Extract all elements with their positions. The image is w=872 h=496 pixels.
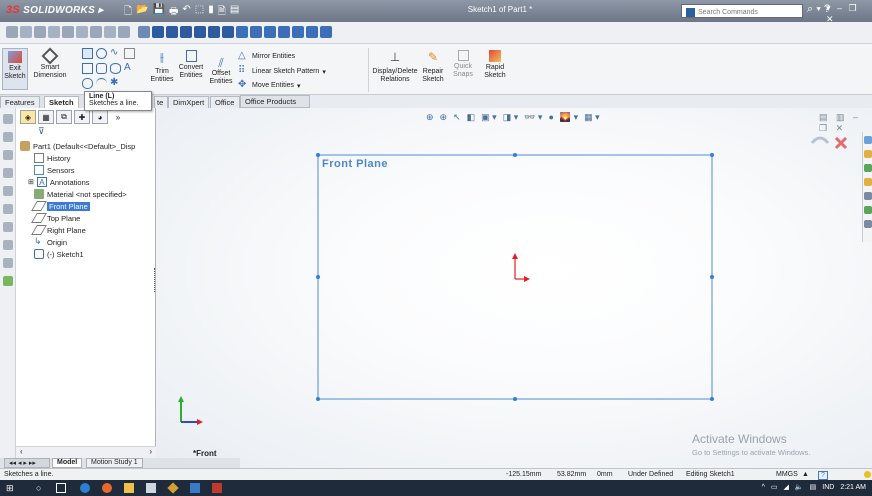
edge-browser-icon[interactable] (80, 483, 90, 493)
units-caret-icon[interactable]: ▲ (802, 471, 809, 478)
activate-windows-watermark: Activate Windows Go to Settings to activ… (692, 432, 810, 457)
tooltip-body: Sketches a line. (89, 100, 139, 107)
status-bar: Sketches a line. -125.15mm 53.82mm 0mm U… (0, 468, 872, 480)
zoom-to-fit-icon[interactable]: ⊕ (426, 112, 434, 124)
watermark-line1: Activate Windows (692, 432, 787, 446)
help-icon[interactable]: ? (818, 471, 828, 480)
task-view-icon[interactable] (56, 483, 66, 493)
cancel-sketch-icon (834, 136, 848, 150)
graphics-overlay (178, 136, 848, 425)
search-taskbar-icon[interactable]: ○ (36, 483, 46, 493)
network-icon[interactable]: ◢ (784, 483, 789, 491)
hide-show-items-icon[interactable]: 👓 ▾ (524, 112, 542, 124)
units-selector[interactable]: MMGS (776, 471, 798, 478)
firefox-icon[interactable] (102, 483, 112, 493)
status-x-coordinate: -125.15mm (506, 471, 542, 478)
app-icon[interactable] (190, 483, 200, 493)
plane-handle[interactable] (316, 153, 320, 157)
view-orientation-label: *Front (193, 449, 217, 458)
exit-sketch-corner-icon (810, 136, 830, 144)
tab-scroll-icon: ◂◂ ◂ ▸ ▸▸ (9, 460, 36, 467)
volume-icon[interactable]: 🔈 (795, 483, 804, 491)
task-pane-icon[interactable] (864, 192, 872, 200)
status-z-coordinate: 0mm (597, 471, 613, 478)
store-icon[interactable] (146, 483, 156, 493)
clock[interactable]: 2:21 AM (840, 484, 866, 491)
line-tooltip: Line (L) Sketches a line. (84, 91, 152, 111)
tab-model[interactable]: Model (52, 458, 83, 468)
heads-up-view-toolbar: ⊕ ⊕ ↖ ◧ ▣ ▾ ◨ ▾ 👓 ▾ ● 🌄 ▾ ▦ ▾ (426, 112, 600, 124)
zoom-to-area-icon[interactable]: ⊕ (440, 112, 448, 124)
plane-handle[interactable] (710, 153, 714, 157)
view-settings-icon[interactable]: ▦ ▾ (584, 112, 600, 124)
action-center-icon[interactable]: ▤ (810, 483, 817, 491)
watermark-line2: Go to Settings to activate Windows. (692, 448, 811, 457)
plane-handle[interactable] (710, 275, 714, 279)
task-pane-icon[interactable] (864, 150, 872, 158)
plane-handle[interactable] (316, 397, 320, 401)
task-pane-strip (862, 132, 872, 242)
status-sketch-state: Under Defined (628, 471, 674, 478)
apply-scene-icon[interactable]: 🌄 ▾ (560, 112, 578, 124)
sketch-origin-icon[interactable] (512, 253, 530, 282)
system-tray: ^ ▭ ◢ 🔈 ▤ IND 2:21 AM (762, 483, 866, 492)
task-pane-icon[interactable] (864, 220, 872, 228)
task-pane-icon[interactable] (864, 178, 872, 186)
tooltip-title: Line (L) (89, 93, 115, 100)
file-explorer-icon[interactable] (124, 483, 134, 493)
view-orientation-icon[interactable]: ▣ ▾ (481, 112, 497, 124)
task-pane-icon[interactable] (864, 206, 872, 214)
windows-start-icon[interactable]: ⊞ (6, 483, 16, 493)
edit-appearance-icon[interactable]: ● (548, 112, 553, 124)
plane-handle[interactable] (513, 153, 517, 157)
tab-motion-study[interactable]: Motion Study 1 (86, 458, 143, 468)
display-style-icon[interactable]: ◨ ▾ (503, 112, 519, 124)
status-y-coordinate: 53.82mm (557, 471, 587, 478)
status-edit-mode: Editing Sketch1 (686, 471, 735, 478)
task-pane-icon[interactable] (864, 136, 872, 144)
reference-triad-icon (178, 396, 203, 425)
confirmation-corner[interactable] (810, 136, 848, 150)
battery-icon[interactable]: ▭ (771, 483, 778, 491)
tab-scroll-arrows[interactable]: ◂◂ ◂ ▸ ▸▸ (4, 458, 50, 468)
plane-handle[interactable] (710, 397, 714, 401)
input-language[interactable]: IND (822, 484, 834, 491)
app-icon[interactable] (167, 482, 179, 494)
windows-taskbar: ⊞ ○ ^ ▭ ◢ 🔈 ▤ IND 2:21 AM (0, 480, 872, 496)
tray-expand-icon[interactable]: ^ (762, 484, 765, 491)
bottom-tabs: ◂◂ ◂ ▸ ▸▸ Model Motion Study 1 (0, 458, 240, 468)
previous-view-icon[interactable]: ↖ (453, 112, 461, 124)
section-view-icon[interactable]: ◧ (467, 112, 476, 124)
document-window-controls[interactable]: ▤ ▥ – ❐ ✕ (819, 112, 872, 134)
plane-label: Front Plane (322, 158, 389, 170)
notification-icon[interactable] (864, 471, 871, 478)
plane-handle[interactable] (513, 397, 517, 401)
plane-handle[interactable] (316, 275, 320, 279)
solidworks-taskbar-icon[interactable] (212, 483, 222, 493)
task-pane-icon[interactable] (864, 164, 872, 172)
status-message: Sketches a line. (4, 471, 54, 478)
